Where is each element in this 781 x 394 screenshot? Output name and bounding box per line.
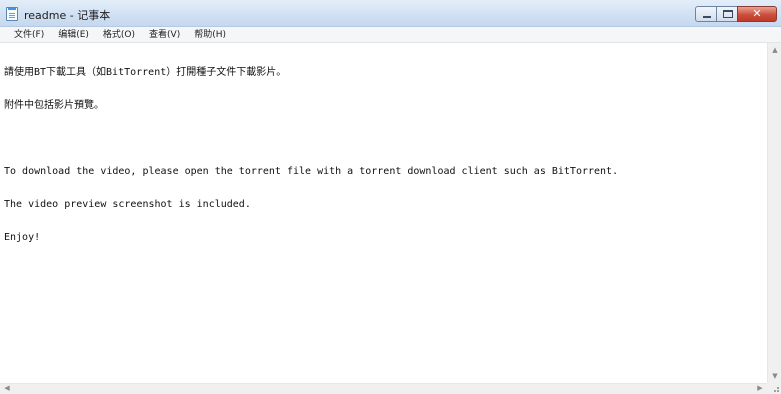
maximize-button[interactable] bbox=[716, 6, 738, 22]
close-icon: ✕ bbox=[752, 7, 762, 20]
text-line: 請使用BT下載工具（如BitTorrent）打開種子文件下載影片。 bbox=[4, 67, 287, 78]
minimize-button[interactable] bbox=[695, 6, 717, 22]
scroll-up-icon[interactable]: ▲ bbox=[768, 43, 781, 57]
text-line: ​ bbox=[4, 133, 767, 144]
vertical-scrollbar[interactable]: ▲ ▼ bbox=[767, 43, 781, 383]
menu-view[interactable]: 查看(V) bbox=[141, 27, 186, 43]
resize-grip[interactable] bbox=[767, 383, 781, 394]
menu-edit[interactable]: 编辑(E) bbox=[50, 27, 95, 43]
menu-file[interactable]: 文件(F) bbox=[0, 27, 50, 43]
notepad-window: readme - 记事本 ✕ 文件(F) 编辑(E) 格式(O) 查看(V) 帮… bbox=[0, 0, 781, 394]
scroll-left-icon[interactable]: ◀ bbox=[0, 382, 14, 394]
scroll-right-icon[interactable]: ▶ bbox=[753, 382, 767, 394]
text-line: 附件中包括影片預覽。 bbox=[4, 100, 104, 111]
text-editor[interactable]: 請使用BT下載工具（如BitTorrent）打開種子文件下載影片。 附件中包括影… bbox=[0, 43, 767, 383]
text-line: The video preview screenshot is included… bbox=[4, 199, 251, 210]
caption-buttons: ✕ bbox=[695, 6, 777, 22]
minimize-icon bbox=[703, 16, 711, 18]
notepad-icon[interactable] bbox=[6, 7, 18, 21]
document-text[interactable]: 請使用BT下載工具（如BitTorrent）打開種子文件下載影片。 附件中包括影… bbox=[0, 43, 767, 265]
window-title: readme - 记事本 bbox=[24, 9, 111, 22]
menu-help[interactable]: 帮助(H) bbox=[186, 27, 232, 43]
menu-format[interactable]: 格式(O) bbox=[95, 27, 141, 43]
text-line: To download the video, please open the t… bbox=[4, 166, 619, 177]
close-button[interactable]: ✕ bbox=[737, 6, 777, 22]
menu-bar: 文件(F) 编辑(E) 格式(O) 查看(V) 帮助(H) bbox=[0, 27, 781, 43]
maximize-icon bbox=[723, 10, 733, 18]
text-line: Enjoy! bbox=[4, 232, 41, 243]
scroll-down-icon[interactable]: ▼ bbox=[768, 369, 781, 383]
title-bar[interactable]: readme - 记事本 ✕ bbox=[0, 0, 781, 27]
horizontal-scrollbar[interactable]: ◀ ▶ bbox=[0, 383, 767, 394]
